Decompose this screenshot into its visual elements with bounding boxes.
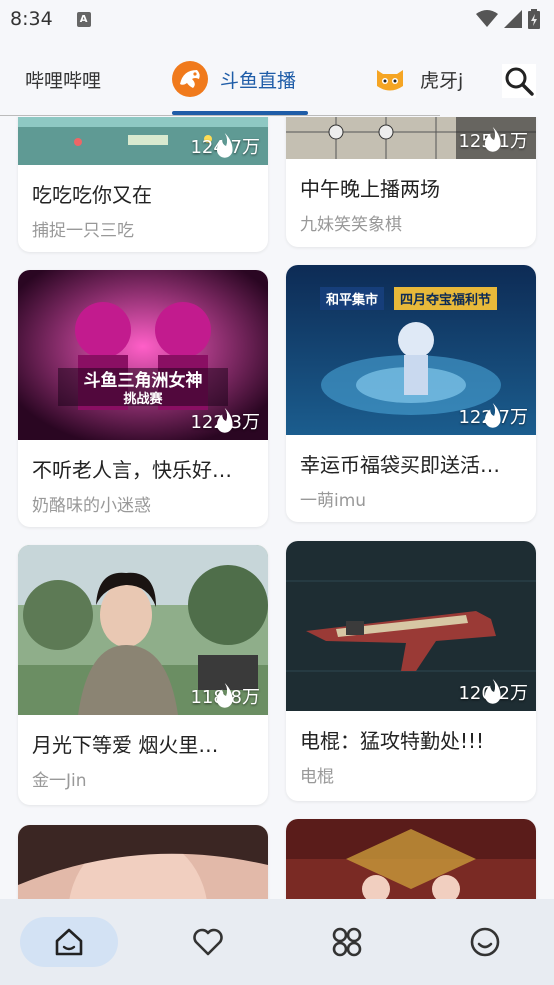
- smiley-icon: [470, 927, 500, 957]
- stream-card[interactable]: 和平集市 四月夺宝福利节 122.7万 幸运币福袋买即送活… 一萌imu: [286, 265, 536, 522]
- stream-card[interactable]: 124.7万 吃吃吃你又在 捕捉一只三吃: [18, 117, 268, 252]
- nav-profile-button[interactable]: [436, 917, 534, 967]
- stream-title: 月光下等爱 烟火里…: [32, 733, 219, 757]
- status-time: 8:34: [10, 8, 53, 30]
- signal-icon: [504, 10, 522, 28]
- stream-thumbnail: 118.8万: [18, 545, 268, 715]
- tab-label: 斗鱼直播: [220, 69, 297, 92]
- heart-icon: [193, 928, 223, 956]
- nav-favorites-button[interactable]: [159, 917, 257, 967]
- stream-thumbnail: [18, 825, 268, 899]
- thumbnail-caption: 四月夺宝福利节: [394, 287, 498, 310]
- live-feed: 124.7万 吃吃吃你又在 捕捉一只三吃 125.1万 中午晚上播两场 九妹笑笑…: [0, 117, 554, 899]
- nav-home-button[interactable]: [20, 917, 118, 967]
- tab-huya[interactable]: 虎牙j: [372, 48, 463, 110]
- stream-card[interactable]: 120.2万 电棍：猛攻特勤处!!! 电棍: [286, 541, 536, 801]
- tab-label: 哔哩哔哩: [25, 69, 102, 92]
- flame-icon: [485, 127, 502, 152]
- tab-bilibili[interactable]: 哔哩哔哩: [25, 48, 101, 110]
- bottom-nav: [0, 899, 554, 985]
- search-icon: [505, 67, 534, 96]
- tab-douyu[interactable]: 斗鱼直播: [172, 48, 296, 110]
- thumbnail-caption: 和平集市: [320, 287, 385, 310]
- nav-apps-button[interactable]: [298, 917, 396, 967]
- stream-thumbnail: 124.7万: [18, 117, 268, 165]
- flame-icon: [217, 408, 234, 433]
- streamer-name: 九妹笑笑象棋: [300, 215, 402, 235]
- search-button[interactable]: [502, 64, 536, 98]
- stream-title: 不听老人言，快乐好…: [32, 458, 232, 482]
- battery-icon: [528, 9, 540, 29]
- divider: [0, 115, 440, 116]
- tab-label: 虎牙j: [420, 69, 464, 92]
- apps-icon: [332, 927, 362, 957]
- heat-count: 120.2万: [458, 679, 528, 705]
- stream-card[interactable]: 125.1万 中午晚上播两场 九妹笑笑象棋: [286, 117, 536, 247]
- flame-icon: [217, 133, 234, 158]
- huya-logo-icon: [372, 61, 408, 97]
- stream-thumbnail: 120.2万: [286, 541, 536, 711]
- wifi-icon: [476, 10, 498, 27]
- stream-thumbnail: [286, 819, 536, 899]
- stream-card[interactable]: 118.8万 月光下等爱 烟火里… 金一Jin: [18, 545, 268, 805]
- heat-count: 122.7万: [458, 403, 528, 429]
- stream-title: 吃吃吃你又在: [32, 183, 152, 207]
- heat-count: 124.7万: [190, 133, 260, 159]
- stream-title: 幸运币福袋买即送活…: [300, 453, 500, 477]
- stream-title: 中午晚上播两场: [300, 177, 440, 201]
- heat-count: 122.3万: [190, 408, 260, 434]
- stream-thumbnail: 和平集市 四月夺宝福利节 122.7万: [286, 265, 536, 435]
- heat-count: 125.1万: [458, 127, 528, 153]
- stream-card[interactable]: [286, 819, 536, 899]
- notification-icon: A: [76, 11, 91, 27]
- douyu-logo-icon: [172, 61, 208, 97]
- streamer-name: 捕捉一只三吃: [32, 221, 134, 241]
- status-bar: 8:34 A: [0, 0, 554, 38]
- flame-icon: [485, 403, 502, 428]
- stream-card[interactable]: [18, 825, 268, 899]
- heat-count: 118.8万: [190, 683, 260, 709]
- platform-tabs: 哔哩哔哩 斗鱼直播 虎牙j: [0, 48, 554, 115]
- streamer-name: 奶酪味的小迷惑: [32, 496, 151, 516]
- stream-thumbnail: 斗鱼三角洲女神 挑战赛 122.3万: [18, 270, 268, 440]
- streamer-name: 一萌imu: [300, 491, 367, 511]
- flame-icon: [217, 683, 234, 708]
- stream-thumbnail: 125.1万: [286, 117, 536, 159]
- streamer-name: 电棍: [300, 767, 334, 787]
- flame-icon: [485, 679, 502, 704]
- home-icon: [55, 928, 83, 956]
- stream-title: 电棍：猛攻特勤处!!!: [300, 729, 485, 753]
- thumbnail-caption: 挑战赛: [123, 392, 163, 407]
- streamer-name: 金一Jin: [32, 771, 87, 791]
- stream-card[interactable]: 斗鱼三角洲女神 挑战赛 122.3万 不听老人言，快乐好… 奶酪味的小迷惑: [18, 270, 268, 527]
